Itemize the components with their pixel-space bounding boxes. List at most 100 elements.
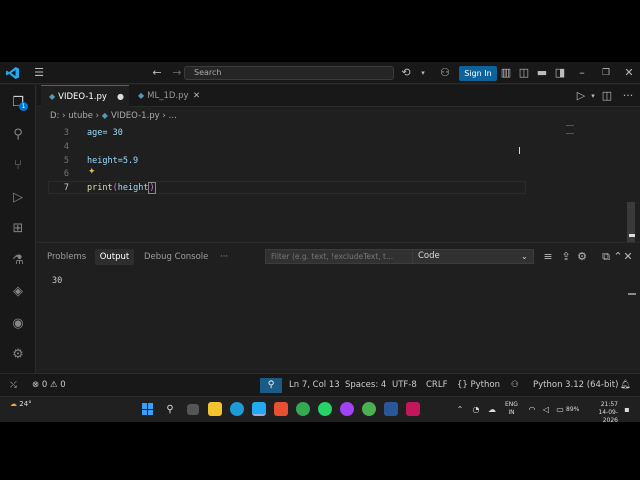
close-window-icon[interactable]: ✕ — [621, 62, 637, 84]
chrome-profile-icon[interactable] — [340, 402, 354, 416]
close-panel-icon[interactable]: ✕ — [620, 246, 636, 268]
braces-icon: {} — [457, 380, 468, 390]
snipping-tool-icon[interactable] — [406, 402, 420, 416]
extensions-icon[interactable]: ⊞ — [8, 219, 28, 239]
copilot-dropdown-icon[interactable]: ▾ — [415, 62, 431, 84]
tab-ml-1d[interactable]: ◆ ML_1D.py ✕ — [130, 85, 210, 107]
tray-app-icon[interactable]: ◔ — [470, 397, 482, 423]
testing-icon[interactable]: ⚗ — [8, 251, 28, 271]
line-ending[interactable]: CRLF — [426, 374, 447, 397]
panel-more-icon[interactable]: ··· — [220, 249, 228, 265]
notifications-bell-icon[interactable]: 🔔︎ — [620, 374, 631, 397]
copilot-icon[interactable]: ⟲ — [398, 62, 414, 84]
toggle-sidebar-icon[interactable]: ◫ — [516, 62, 532, 84]
settings-gear-icon[interactable]: ⚙ — [8, 345, 28, 365]
indentation[interactable]: Spaces: 4 — [345, 374, 386, 397]
code-line[interactable]: height=5.9 — [87, 156, 138, 166]
tab-label: VIDEO-1.py — [58, 92, 107, 102]
wifi-icon[interactable]: ◠ — [526, 397, 538, 423]
git-app-icon[interactable] — [274, 402, 288, 416]
taskbar-search-icon[interactable]: ⚲ — [163, 397, 177, 423]
cursor-position[interactable]: Ln 7, Col 13 — [289, 374, 340, 397]
lightbulb-icon[interactable]: ✦ — [88, 167, 96, 177]
close-tab-icon[interactable]: ✕ — [193, 85, 200, 107]
output-settings-icon[interactable]: ⚙ — [574, 246, 590, 268]
chevron-down-icon: ⌄ — [521, 252, 528, 261]
status-bar: ⤯ ⊗ 0 ⚠ 0 ⚲ Ln 7, Col 13 Spaces: 4 UTF-8… — [0, 373, 640, 396]
battery-icon[interactable]: ▭ — [554, 397, 566, 423]
remote-indicator-icon[interactable]: ⤯ — [10, 374, 17, 397]
restore-icon[interactable]: ❐ — [598, 62, 614, 84]
tab-problems[interactable]: Problems — [47, 249, 86, 265]
source-control-icon[interactable]: ⑂ — [8, 156, 28, 176]
vscode-taskbar-icon[interactable] — [252, 402, 266, 416]
layout-customize-icon[interactable]: ▥ — [498, 62, 514, 84]
notification-icon[interactable]: ▪ — [622, 397, 632, 423]
weather-icon: ☁ — [10, 400, 17, 408]
accounts-icon[interactable]: ⚇ — [437, 62, 453, 84]
file-explorer-icon[interactable] — [208, 402, 222, 416]
back-arrow-icon[interactable]: ← — [149, 62, 165, 84]
error-icon: ⊗ — [32, 380, 40, 390]
list-filter-icon[interactable]: ≡ — [540, 246, 556, 268]
language-label: Python — [470, 380, 500, 390]
task-view-icon[interactable] — [187, 404, 199, 415]
language-mode[interactable]: {} Python — [457, 374, 500, 397]
problems-status[interactable]: ⊗ 0 ⚠ 0 — [32, 374, 66, 397]
weather-widget[interactable]: ☁ 24° — [10, 400, 32, 408]
forward-arrow-icon[interactable]: → — [169, 62, 185, 84]
word-icon[interactable] — [384, 402, 398, 416]
edge-icon[interactable] — [230, 402, 244, 416]
zoom-icon[interactable]: ⚲ — [260, 378, 282, 393]
breadcrumb-separator: › — [62, 111, 66, 121]
toggle-panel-icon[interactable]: ▬ — [534, 62, 550, 84]
minimize-icon[interactable]: – — [574, 62, 590, 84]
weather-temp: 24° — [19, 400, 32, 408]
language-indicator[interactable]: ENG IN — [505, 401, 518, 417]
whatsapp-icon[interactable] — [318, 402, 332, 416]
breadcrumb-drive[interactable]: D: — [50, 111, 59, 121]
python-file-icon: ◆ — [49, 92, 56, 101]
battery-percent: 89% — [566, 406, 580, 413]
clock-time: 21:57 — [600, 401, 618, 408]
breadcrumb-ellipsis[interactable]: … — [169, 111, 178, 121]
code-line[interactable]: age= 30 — [87, 128, 123, 138]
unsaved-dot-icon[interactable]: ● — [117, 86, 124, 108]
output-channel-select[interactable]: Code ⌄ — [412, 249, 534, 264]
more-actions-icon[interactable]: ··· — [620, 85, 636, 107]
interpreter[interactable]: Python 3.12 (64-bit) — [533, 374, 618, 397]
tab-debug-console[interactable]: Debug Console — [144, 249, 208, 265]
clock-date: 14-09-2026 — [598, 409, 618, 424]
menu-icon[interactable]: ☰ — [31, 62, 47, 84]
search-input[interactable]: Search — [184, 66, 394, 80]
vscode-logo-icon — [6, 67, 19, 79]
tab-label: ML_1D.py — [147, 91, 189, 101]
lock-scroll-icon[interactable]: ⇪ — [558, 246, 574, 268]
encoding[interactable]: UTF-8 — [392, 374, 417, 397]
minimap-icon — [566, 125, 574, 134]
tab-video-1[interactable]: ◆ VIDEO-1.py ● — [41, 85, 129, 107]
breadcrumb-file[interactable]: VIDEO-1.py — [111, 111, 160, 121]
chrome-profile-2-icon[interactable] — [362, 402, 376, 416]
toggle-secondary-sidebar-icon[interactable]: ◨ — [552, 62, 568, 84]
python-icon[interactable]: ◈ — [8, 282, 28, 302]
sign-in-button[interactable]: Sign In — [459, 66, 497, 81]
output-filter-input[interactable]: Filter (e.g. text, !excludeText, t... — [265, 249, 429, 264]
start-button-icon[interactable] — [142, 403, 154, 415]
tray-overflow-icon[interactable]: ⌃ — [455, 397, 465, 423]
clock[interactable]: 21:57 14-09-2026 — [586, 401, 618, 425]
breadcrumb-folder[interactable]: utube — [68, 111, 93, 121]
volume-icon[interactable]: ◁ — [540, 397, 552, 423]
chrome-icon[interactable] — [296, 402, 310, 416]
python-env-icon[interactable]: ⚇ — [511, 374, 519, 397]
search-icon[interactable]: ⚲ — [8, 125, 28, 145]
lang-bottom: IN — [508, 409, 515, 416]
output-text: 30 — [52, 276, 63, 286]
activity-bar: ❐ 1 ⚲ ⑂ ▷ ⊞ ⚗ ◈ ◉ ⚙ — [0, 85, 36, 373]
account-icon[interactable]: ◉ — [8, 314, 28, 334]
code-line[interactable]: print(height) — [87, 182, 156, 194]
tray-cloud-icon[interactable]: ☁ — [486, 397, 498, 423]
run-debug-icon[interactable]: ▷ — [8, 188, 28, 208]
split-editor-icon[interactable]: ◫ — [599, 85, 615, 107]
tab-output[interactable]: Output — [95, 249, 134, 265]
